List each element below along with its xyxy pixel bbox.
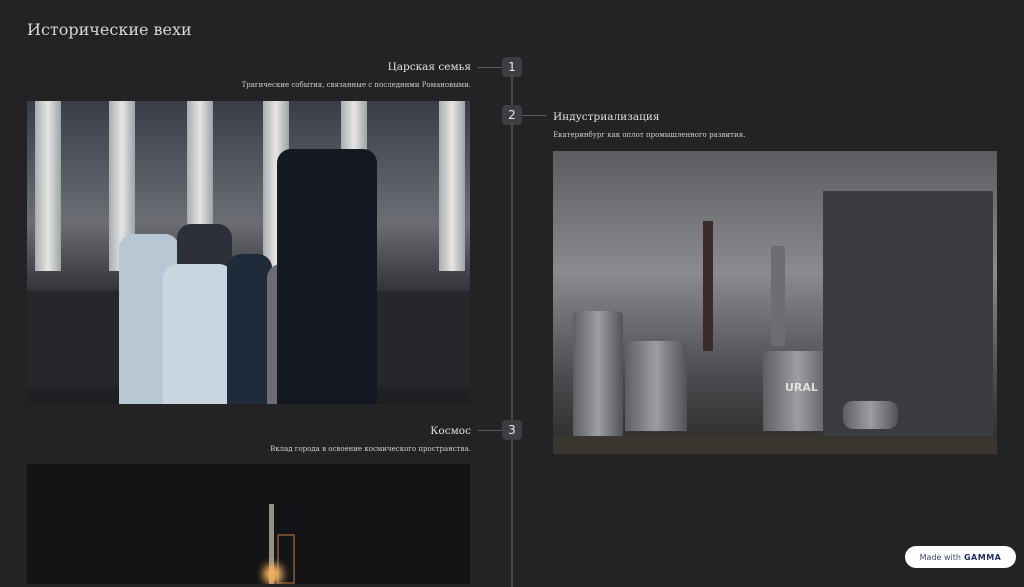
ural-sign: URAL xyxy=(785,381,818,394)
connector-3 xyxy=(478,430,502,431)
timeline-marker-2: 2 xyxy=(502,105,522,125)
industrial-image: URAL xyxy=(553,151,997,454)
milestone-description-2: Екатеринбург как оплот промышленного раз… xyxy=(553,131,746,139)
milestone-heading-1: Царская семья xyxy=(387,61,471,73)
timeline-line xyxy=(511,67,513,587)
page-title: Исторические вехи xyxy=(27,20,192,39)
tsar-family-image xyxy=(27,101,470,404)
milestone-description-1: Трагические события, связанные с последн… xyxy=(241,81,471,89)
badge-prefix: Made with xyxy=(919,552,961,562)
connector-1 xyxy=(478,67,502,68)
rocket-image xyxy=(27,464,470,584)
made-with-gamma-badge[interactable]: Made with GAMMA xyxy=(905,546,1016,568)
timeline-marker-1: 1 xyxy=(502,57,522,77)
connector-2 xyxy=(522,115,546,116)
milestone-description-3: Вклад города в освоение космического про… xyxy=(270,445,471,453)
milestone-heading-3: Космос xyxy=(430,425,471,437)
milestone-heading-2: Индустриализация xyxy=(553,111,660,123)
timeline-marker-3: 3 xyxy=(502,420,522,440)
gamma-logo: GAMMA xyxy=(963,552,1002,562)
